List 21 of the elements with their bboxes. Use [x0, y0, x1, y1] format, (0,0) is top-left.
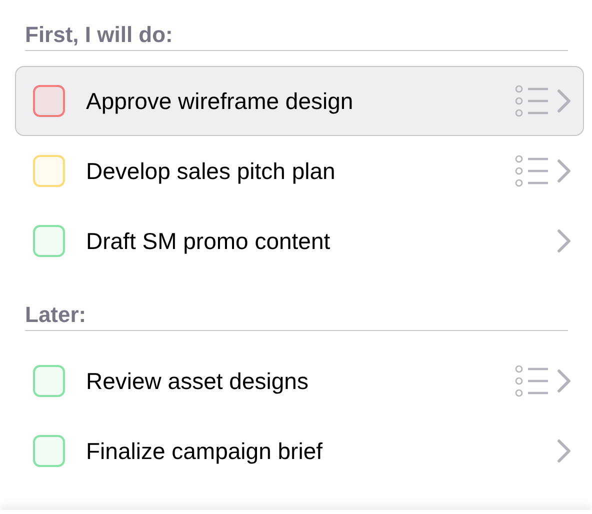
checkbox[interactable]: [33, 365, 65, 397]
chevron-right-icon[interactable]: [557, 369, 571, 393]
task-row[interactable]: Approve wireframe design: [15, 66, 584, 136]
checkbox[interactable]: [33, 85, 65, 117]
task-label: Approve wireframe design: [86, 88, 354, 114]
task-label: Finalize campaign brief: [86, 438, 324, 464]
task-row[interactable]: Draft SM promo content: [15, 206, 584, 276]
chevron-right-icon[interactable]: [557, 439, 571, 463]
task-row[interactable]: Develop sales pitch plan: [15, 136, 584, 206]
section-heading: Later:: [25, 302, 86, 327]
task-row[interactable]: Finalize campaign brief: [15, 416, 584, 486]
checkbox[interactable]: [33, 225, 65, 257]
chevron-right-icon[interactable]: [557, 159, 571, 183]
task-label: Draft SM promo content: [86, 228, 332, 254]
chevron-right-icon[interactable]: [557, 229, 571, 253]
section-heading: First, I will do:: [25, 22, 173, 47]
task-label: Develop sales pitch plan: [86, 158, 336, 184]
task-row[interactable]: Review asset designs: [15, 346, 584, 416]
chevron-right-icon[interactable]: [557, 89, 571, 113]
checkbox[interactable]: [33, 435, 65, 467]
task-label: Review asset designs: [86, 368, 310, 394]
